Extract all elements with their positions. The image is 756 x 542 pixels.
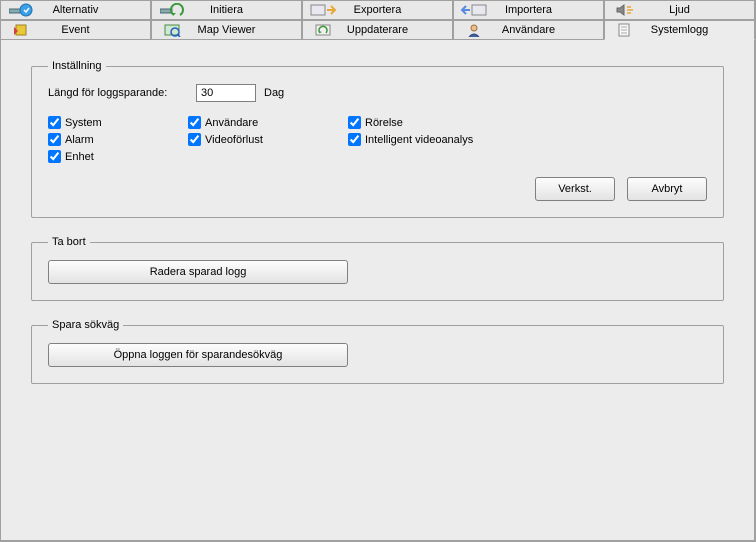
tab-label: Användare: [494, 24, 603, 36]
check-grid: System Användare Rörelse Alarm Videoförl…: [48, 116, 707, 163]
tab-label: Map Viewer: [192, 24, 301, 36]
sound-icon: [605, 3, 645, 17]
tab-label: Uppdaterare: [343, 24, 452, 36]
tab-exportera[interactable]: Exportera: [302, 0, 453, 20]
export-icon: [303, 3, 343, 17]
check-system[interactable]: System: [48, 116, 188, 129]
check-videoloss[interactable]: Videoförlust: [188, 133, 348, 146]
log-length-unit: Dag: [264, 87, 284, 99]
check-user[interactable]: Användare: [188, 116, 348, 129]
tab-systemlogg[interactable]: Systemlogg: [604, 20, 755, 40]
tab-row-1: Alternativ Initiera Exportera Importera …: [0, 0, 755, 20]
delete-log-button[interactable]: Radera sparad logg: [48, 260, 348, 284]
check-motion-box[interactable]: [348, 116, 361, 129]
check-user-box[interactable]: [188, 116, 201, 129]
tab-row-2: Event Map Viewer Uppdaterare Användare S…: [0, 20, 755, 40]
tab-initiera[interactable]: Initiera: [151, 0, 302, 20]
tab-label: Alternativ: [41, 4, 150, 16]
tab-label: Exportera: [343, 4, 452, 16]
initiate-icon: [152, 3, 192, 17]
updater-icon: [303, 23, 343, 37]
tab-label: Ljud: [645, 4, 754, 16]
tab-map-viewer[interactable]: Map Viewer: [151, 20, 302, 40]
tab-ljud[interactable]: Ljud: [604, 0, 755, 20]
user-icon: [454, 23, 494, 37]
check-motion[interactable]: Rörelse: [348, 116, 548, 129]
apply-button[interactable]: Verkst.: [535, 177, 615, 201]
settings-group: Inställning Längd för loggsparande: Dag …: [31, 60, 724, 218]
savepath-group: Spara sökväg Öppna loggen för sparandesö…: [31, 319, 724, 384]
tab-event[interactable]: Event: [0, 20, 151, 40]
tab-alternativ[interactable]: Alternativ: [0, 0, 151, 20]
savepath-legend: Spara sökväg: [48, 319, 123, 331]
check-device[interactable]: Enhet: [48, 150, 188, 163]
check-device-box[interactable]: [48, 150, 61, 163]
map-icon: [152, 23, 192, 37]
log-icon: [605, 23, 645, 37]
settings-legend: Inställning: [48, 60, 106, 72]
check-system-box[interactable]: [48, 116, 61, 129]
delete-legend: Ta bort: [48, 236, 90, 248]
log-length-label: Längd för loggsparande:: [48, 87, 188, 99]
tab-content: Inställning Längd för loggsparande: Dag …: [0, 40, 755, 541]
event-icon: [1, 23, 41, 37]
log-length-input[interactable]: [196, 84, 256, 102]
tab-importera[interactable]: Importera: [453, 0, 604, 20]
tab-label: Importera: [494, 4, 603, 16]
options-icon: [1, 3, 41, 17]
tab-label: Event: [41, 24, 150, 36]
log-length-row: Längd för loggsparande: Dag: [48, 84, 707, 102]
delete-group: Ta bort Radera sparad logg: [31, 236, 724, 301]
open-log-path-button[interactable]: Öppna loggen för sparandesökväg: [48, 343, 348, 367]
check-alarm-box[interactable]: [48, 133, 61, 146]
tab-label: Systemlogg: [645, 24, 754, 36]
check-iva-box[interactable]: [348, 133, 361, 146]
check-alarm[interactable]: Alarm: [48, 133, 188, 146]
cancel-button[interactable]: Avbryt: [627, 177, 707, 201]
check-videoloss-box[interactable]: [188, 133, 201, 146]
tab-uppdaterare[interactable]: Uppdaterare: [302, 20, 453, 40]
tab-label: Initiera: [192, 4, 301, 16]
settings-buttons: Verkst. Avbryt: [48, 177, 707, 201]
tab-anvandare[interactable]: Användare: [453, 20, 604, 40]
import-icon: [454, 3, 494, 17]
check-iva[interactable]: Intelligent videoanalys: [348, 133, 548, 146]
